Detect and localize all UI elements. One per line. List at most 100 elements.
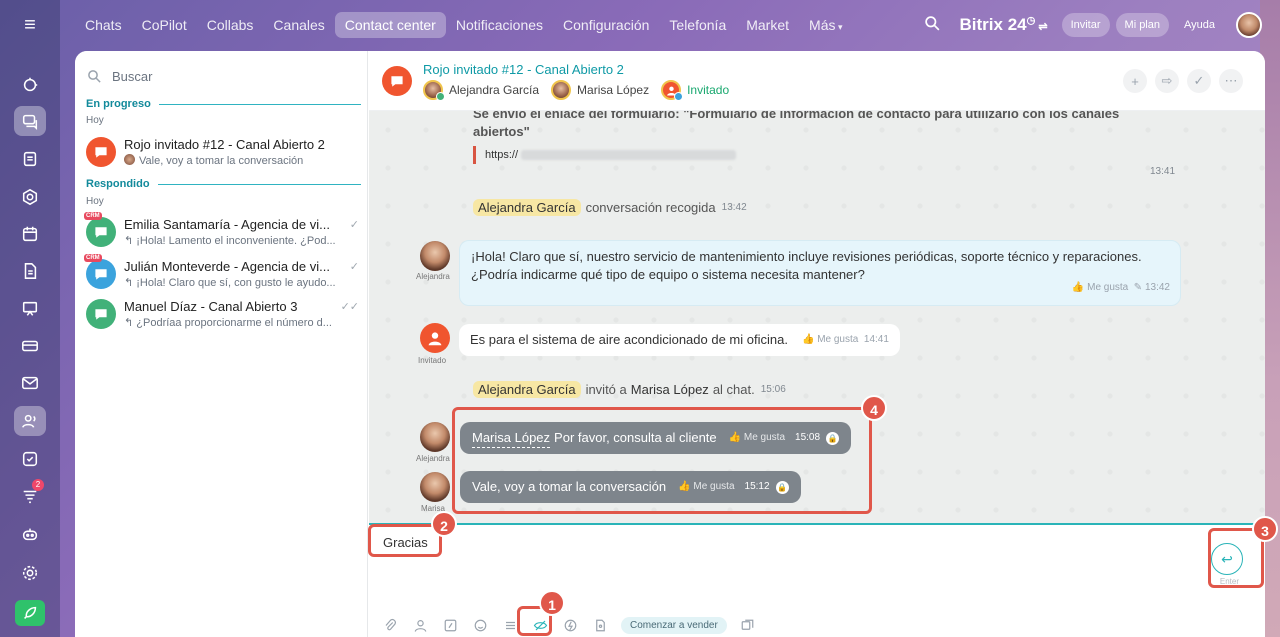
crm-badge: CRM: [84, 254, 102, 262]
sidebar-file-icon[interactable]: [14, 256, 46, 286]
avatar[interactable]: [420, 422, 450, 452]
sidebar-hexagon-icon[interactable]: [14, 182, 46, 212]
timestamp: 14:41: [863, 334, 889, 345]
like-button[interactable]: Me gusta: [817, 334, 858, 345]
nav-contact-center[interactable]: Contact center: [334, 12, 446, 38]
conversation-title[interactable]: Rojo invitado #12 - Canal Abierto 2: [423, 62, 624, 77]
double-check-icon: ✓✓: [340, 301, 359, 313]
copy-icon[interactable]: [739, 616, 757, 634]
sidebar-mail-icon[interactable]: [14, 368, 46, 398]
smile-icon[interactable]: [471, 616, 489, 634]
user-link[interactable]: Marisa López: [631, 382, 709, 397]
sidebar-docs-icon[interactable]: [14, 144, 46, 174]
search-icon[interactable]: [924, 15, 946, 35]
sidebar-filter-icon[interactable]: 2: [14, 479, 46, 511]
menu-icon[interactable]: ≡: [18, 14, 42, 36]
forward-icon[interactable]: ⇨: [1155, 69, 1179, 93]
nav-more[interactable]: Más: [799, 12, 852, 38]
member-list: Alejandra García Marisa López Invitado: [423, 80, 729, 101]
nav-telefonia[interactable]: Telefonía: [659, 12, 736, 38]
chat-bubble-icon: [86, 299, 116, 329]
nav-market[interactable]: Market: [736, 12, 799, 38]
attach-icon[interactable]: [381, 616, 399, 634]
search-input[interactable]: Buscar: [112, 69, 152, 84]
timestamp: 13:42: [1144, 282, 1170, 293]
chat-item-manuel[interactable]: Manuel Díaz - Canal Abierto 3 ✓✓ ↰ ¿Podr…: [86, 299, 361, 339]
like-button[interactable]: Me gusta: [1087, 282, 1128, 293]
avatar[interactable]: [420, 241, 450, 271]
member-avatar[interactable]: [551, 80, 572, 100]
chat-item-rojo[interactable]: Rojo invitado #12 - Canal Abierto 2 Vale…: [86, 137, 361, 177]
more-icon[interactable]: ⋯: [1219, 69, 1243, 93]
plan-button[interactable]: Mi plan: [1115, 13, 1169, 37]
annotation-box-4: [452, 407, 872, 514]
chat-search[interactable]: Buscar: [87, 65, 357, 87]
status-dot: [674, 92, 684, 101]
check-icon[interactable]: ✓: [1187, 69, 1211, 93]
avatar-label: Invitado: [418, 356, 447, 365]
clock-icon: ◷: [1026, 15, 1036, 27]
sidebar-tasks-icon[interactable]: [14, 444, 46, 474]
sidebar-feed-icon[interactable]: [14, 70, 46, 100]
sidebar-contacts-icon[interactable]: [14, 406, 46, 436]
avatar-guest[interactable]: [420, 323, 450, 353]
user-tag[interactable]: Alejandra García: [473, 199, 581, 216]
system-pickup: Alejandra García conversación recogida 1…: [473, 199, 747, 216]
invite-button[interactable]: Invitar: [1061, 13, 1110, 37]
section-label: Respondido: [86, 178, 150, 190]
check-icon: ✓: [349, 261, 359, 273]
user-icon[interactable]: [411, 616, 429, 634]
status-dot: [436, 92, 445, 101]
document-icon[interactable]: [591, 616, 609, 634]
nav-chats[interactable]: Chats: [75, 12, 132, 38]
member-name[interactable]: Invitado: [687, 83, 729, 97]
chat-bubble-icon: [86, 259, 116, 289]
lightning-icon[interactable]: [561, 616, 579, 634]
chat-title: Emilia Santamaría - Agencia de vi...: [124, 217, 330, 232]
check-icon: ✓: [349, 219, 359, 231]
nav-canales[interactable]: Canales: [263, 12, 334, 38]
chat-item-julian[interactable]: CRM Julián Monteverde - Agencia de vi...…: [84, 254, 361, 299]
day-label: Hoy: [86, 115, 104, 126]
sidebar-bot-icon[interactable]: [14, 519, 46, 549]
form-link[interactable]: https://: [473, 146, 737, 164]
annotation-number: 1: [539, 590, 565, 616]
sidebar-card-icon[interactable]: [14, 331, 46, 361]
nav-copilot[interactable]: CoPilot: [132, 12, 197, 38]
message-meta: 👍 Me gusta 14:41: [801, 334, 889, 345]
section-label: En progreso: [86, 98, 151, 110]
nav-collabs[interactable]: Collabs: [197, 12, 264, 38]
sidebar-board-icon[interactable]: [14, 294, 46, 324]
top-navigation: Chats CoPilot Collabs Canales Contact ce…: [75, 0, 1280, 50]
sidebar-settings-icon[interactable]: [14, 558, 46, 588]
avatar[interactable]: [420, 472, 450, 502]
mini-avatar: [124, 154, 135, 165]
annotation-box-2: [368, 524, 442, 557]
header-actions: + ⇨ ✓ ⋯: [1123, 69, 1243, 93]
sidebar-chat-icon[interactable]: [14, 106, 46, 136]
chat-preview: ↰ ¿Podríaa proporcionarme el número d...: [124, 317, 332, 329]
chat-preview-text: Vale, voy a tomar la conversación: [139, 155, 304, 167]
start-selling-button[interactable]: Comenzar a vender: [621, 616, 727, 634]
user-tag[interactable]: Alejandra García: [473, 381, 581, 398]
add-icon[interactable]: +: [1123, 69, 1147, 93]
rocket-icon[interactable]: [15, 600, 45, 626]
member-name[interactable]: Alejandra García: [449, 83, 539, 97]
template-icon[interactable]: [441, 616, 459, 634]
message-text: ¿Podría indicarme qué tipo de equipo o s…: [471, 267, 865, 282]
notification-badge: 2: [32, 479, 44, 491]
help-button[interactable]: Ayuda: [1175, 13, 1224, 37]
sidebar-calendar-icon[interactable]: [14, 219, 46, 249]
member-name[interactable]: Marisa López: [577, 83, 649, 97]
member-avatar[interactable]: [423, 80, 445, 101]
nav-notificaciones[interactable]: Notificaciones: [446, 12, 553, 38]
user-avatar[interactable]: [1236, 12, 1262, 38]
brand-logo[interactable]: Bitrix 24◷⇌: [960, 15, 1048, 35]
member-avatar-guest[interactable]: [661, 80, 684, 101]
app-sidebar: ≡ 2: [0, 0, 60, 637]
section-in-progress: En progreso: [86, 98, 361, 110]
chat-item-emilia[interactable]: CRM Emilia Santamaría - Agencia de vi...…: [84, 212, 361, 257]
chat-list: Buscar En progreso Hoy Rojo invitado #12…: [75, 51, 368, 637]
topbar-right: Bitrix 24◷⇌ Invitar Mi plan Ayuda: [924, 0, 1280, 50]
nav-configuracion[interactable]: Configuración: [553, 12, 659, 38]
